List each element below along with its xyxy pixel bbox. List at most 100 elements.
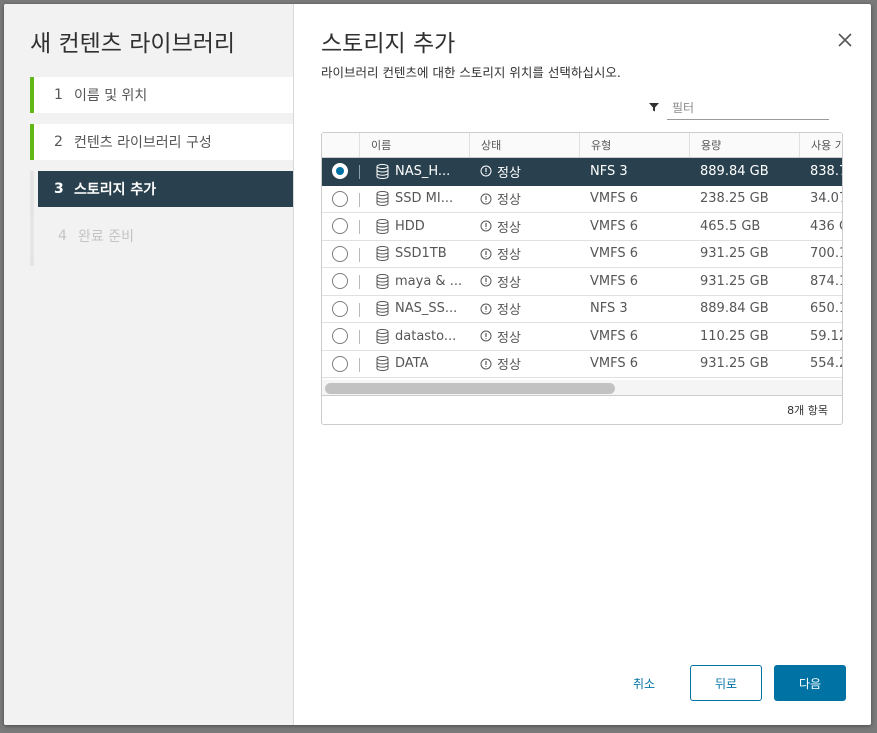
info-icon [480,303,492,315]
name-cell: DATA [359,351,469,378]
row-radio[interactable] [332,328,348,345]
column-header-name[interactable]: 이름 [359,133,469,157]
table-row[interactable]: NAS_H... 정상 NFS 3 889.84 GB 838.7 [322,158,842,186]
capacity-cell: 931.25 GB [700,356,769,372]
cancel-button[interactable]: 취소 [615,665,673,701]
close-button[interactable] [835,30,855,50]
info-icon [480,275,492,287]
step-number: 3 [54,181,64,197]
close-icon [838,33,852,47]
used-cell: 436 G [810,218,842,234]
next-button[interactable]: 다음 [774,665,846,701]
column-header-state[interactable]: 상태 [469,133,579,157]
horizontal-scrollbar[interactable] [322,380,842,396]
name-cell: HDD [359,213,469,240]
info-icon [480,330,492,342]
state-text: 정상 [497,248,521,264]
page-subtitle: 라이브러리 컨텐츠에 대한 스토리지 위치를 선택하십시오. [321,65,621,80]
grid-body: NAS_H... 정상 NFS 3 889.84 GB 838.7 SSD MI... 정상… [322,158,842,378]
wizard-step-add-storage[interactable]: 3 스토리지 추가 [38,171,293,207]
info-icon [480,358,492,370]
wizard-step-name-location[interactable]: 1 이름 및 위치 [30,77,293,113]
grid-footer: 8개 항목 [322,396,842,424]
type-cell: VMFS 6 [590,356,639,372]
state-text: 정상 [497,275,521,291]
row-radio[interactable] [332,163,348,180]
capacity-cell: 238.25 GB [700,191,769,207]
wizard-step-ready-to-complete: 4 완료 준비 [30,218,293,254]
row-select-cell [322,213,359,240]
state-cell: 정상 [469,241,579,268]
row-select-cell [322,268,359,295]
state-text: 정상 [497,165,521,181]
info-icon [480,193,492,205]
row-radio[interactable] [332,245,348,262]
item-count: 8개 항목 [787,404,828,417]
state-text: 정상 [497,358,521,374]
wizard-step-configure-library[interactable]: 2 컨텐츠 라이브러리 구성 [30,124,293,160]
row-radio[interactable] [332,273,348,290]
column-header-used[interactable]: 사용 가 [799,133,842,157]
row-radio[interactable] [332,300,348,317]
datastore-icon [376,246,389,262]
info-icon [480,248,492,260]
datastore-icon [376,163,389,179]
info-icon [480,165,492,177]
used-cell: 34.07 [810,191,842,207]
table-row[interactable]: datasto... 정상 VMFS 6 110.25 GB 59.12 [322,323,842,351]
name-cell: SSD MI... [359,186,469,213]
datastore-icon [376,191,389,207]
capacity-cell: 889.84 GB [700,163,769,179]
datastore-name: NAS_H... [395,163,451,179]
table-row[interactable]: DATA 정상 VMFS 6 931.25 GB 554.2 [322,351,842,378]
capacity-cell: 931.25 GB [700,273,769,289]
row-select-cell [322,186,359,213]
name-cell: datasto... [359,323,469,350]
table-row[interactable]: HDD 정상 VMFS 6 465.5 GB 436 G [322,213,842,241]
type-cell: NFS 3 [590,163,628,179]
table-row[interactable]: SSD MI... 정상 VMFS 6 238.25 GB 34.07 [322,186,842,213]
name-cell: SSD1TB [359,241,469,268]
wizard-step-list: 1 이름 및 위치 2 컨텐츠 라이브러리 구성 3 스토리지 추가 4 완료 … [30,77,293,265]
datastore-icon [376,273,389,289]
row-radio[interactable] [332,218,348,235]
used-cell: 874.1 [810,273,842,289]
used-cell: 700.1 [810,246,842,262]
column-header-capacity[interactable]: 용량 [689,133,799,157]
filter-input[interactable] [667,96,829,120]
column-header-type[interactable]: 유형 [579,133,689,157]
datastore-name: DATA [395,356,429,372]
capacity-cell: 110.25 GB [700,328,769,344]
capacity-cell: 465.5 GB [700,218,761,234]
step-number: 1 [54,87,63,103]
row-radio[interactable] [332,355,348,372]
back-button[interactable]: 뒤로 [690,665,762,701]
datastore-name: NAS_SS... [395,301,458,317]
state-cell: 정상 [469,351,579,378]
state-cell: 정상 [469,323,579,350]
row-select-cell [322,158,359,185]
datastore-name: SSD MI... [395,191,454,207]
step-label: 완료 준비 [78,229,134,245]
wizard-title: 새 컨텐츠 라이브러리 [30,31,236,57]
type-cell: VMFS 6 [590,328,639,344]
scrollbar-thumb[interactable] [325,383,615,394]
table-row[interactable]: NAS_SS... 정상 NFS 3 889.84 GB 650.1 [322,296,842,323]
table-row[interactable]: SSD1TB 정상 VMFS 6 931.25 GB 700.1 [322,241,842,268]
step-label: 컨텐츠 라이브러리 구성 [74,135,212,151]
used-cell: 59.12 [810,328,842,344]
state-text: 정상 [497,193,521,209]
select-column-header [322,133,359,157]
row-radio[interactable] [332,190,348,207]
row-select-cell [322,351,359,378]
used-cell: 650.1 [810,301,842,317]
type-cell: VMFS 6 [590,246,639,262]
datastore-icon [376,218,389,234]
step-label: 스토리지 추가 [74,182,157,198]
state-text: 정상 [497,220,521,236]
filter-icon[interactable] [649,102,659,112]
table-row[interactable]: maya & ... 정상 VMFS 6 931.25 GB 874.1 [322,268,842,296]
step-number: 4 [58,228,67,244]
page-title: 스토리지 추가 [321,31,456,57]
name-cell: NAS_H... [359,158,469,185]
